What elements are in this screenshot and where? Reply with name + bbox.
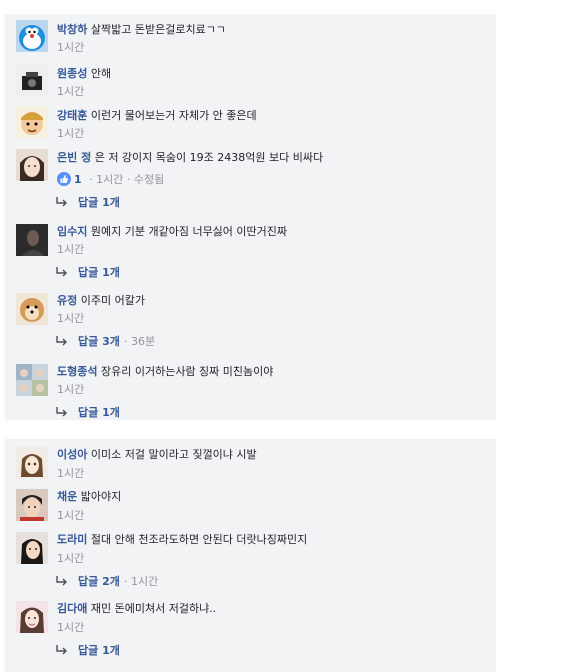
anime-avatar[interactable]	[16, 447, 48, 479]
reply-arrow-icon	[56, 336, 68, 346]
comment-author[interactable]: 김다애	[57, 602, 87, 615]
comment-text-line: 은빈 정 은 저 강이지 목숨이 19조 2438억원 보다 비싸다	[57, 151, 323, 165]
comment-text: 뭔예지 기분 개같아짐 너무싫어 이딴거진짜	[90, 225, 288, 238]
comment-meta: 1시간	[57, 41, 84, 55]
reply-count[interactable]: 답글 1개	[78, 196, 120, 209]
comment-time[interactable]: 1시간	[57, 383, 84, 396]
woman-avatar[interactable]	[16, 532, 48, 564]
comment-time[interactable]: 1시간	[57, 621, 84, 634]
collage-avatar[interactable]	[16, 364, 48, 396]
comment-author[interactable]: 임수지	[57, 225, 87, 238]
comment-text-line: 김다애 재민 돈에미쳐서 저걸하냐..	[57, 602, 216, 616]
comment-text: 재민 돈에미쳐서 저걸하냐..	[90, 602, 217, 615]
comment-text-line: 강태훈 이런거 물어보는거 자체가 안 좋은데	[57, 109, 257, 123]
reply-link[interactable]: 답글 1개	[56, 644, 120, 658]
comment-meta: 1시간	[57, 127, 84, 141]
dark-avatar[interactable]	[16, 224, 48, 256]
boy-avatar[interactable]	[16, 489, 48, 521]
reply-arrow-icon	[56, 407, 68, 417]
comment-text-line: 원종성 안해	[57, 67, 111, 81]
like-icon[interactable]	[57, 172, 71, 186]
comment-text-line: 유정 이주미 어칼가	[57, 294, 145, 308]
camera-avatar[interactable]	[16, 64, 48, 96]
reply-arrow-icon	[56, 197, 68, 207]
comment-text-line: 박창하 살짝밟고 돈받은걸로치료ㄱㄱ	[57, 23, 226, 37]
comment-meta: 1시간	[57, 621, 84, 635]
comment-text-line: 이성아 이미소 저걸 말이라고 짖껄이냐 시발	[57, 448, 257, 462]
comment-time[interactable]: 1시간	[96, 173, 123, 186]
comment-text: 이주미 어칼가	[80, 294, 145, 307]
girl-pink-avatar[interactable]	[16, 601, 48, 633]
doraemon-avatar[interactable]	[16, 20, 48, 52]
comment-author[interactable]: 채운	[57, 490, 77, 503]
comments-panel-1: 박창하 살짝밟고 돈받은걸로치료ㄱㄱ 1시간 원종성 안해 1시간 강태훈 이런…	[5, 14, 496, 420]
puppy-avatar[interactable]	[16, 293, 48, 325]
comment-text-line: 도라미 절대 안해 천조라도하면 안된다 더랏나징짜민지	[57, 533, 307, 547]
comments-panel-2: 이성아 이미소 저걸 말이라고 짖껄이냐 시발 1시간 채운 밟아야지 1시간 …	[5, 439, 496, 672]
comment-author[interactable]: 강태훈	[57, 109, 87, 122]
reply-count[interactable]: 답글 1개	[78, 266, 120, 279]
comment-text-line: 채운 밟아야지	[57, 490, 121, 504]
comment-text: 안해	[90, 67, 112, 80]
reply-count[interactable]: 답글 1개	[78, 644, 120, 657]
reply-count[interactable]: 답글 1개	[78, 406, 120, 419]
comment-author[interactable]: 은빈 정	[57, 151, 91, 164]
comment-meta: 1시간	[57, 552, 84, 566]
reply-time[interactable]: 36분	[131, 335, 155, 348]
reply-count[interactable]: 답글 3개	[78, 335, 120, 348]
comment-author[interactable]: 이성아	[57, 448, 87, 461]
edited-label[interactable]: 수정됨	[134, 173, 164, 186]
comment-text: 밟아야지	[80, 490, 122, 503]
like-count[interactable]: 1	[74, 173, 82, 186]
comment-text: 이미소 저걸 말이라고 짖껄이냐 시발	[90, 448, 257, 461]
comment-meta: 1시간	[57, 85, 84, 99]
comment-time[interactable]: 1시간	[57, 243, 84, 256]
comment-meta: 1시간	[57, 383, 84, 397]
comment-time[interactable]: 1시간	[57, 509, 84, 522]
reply-link[interactable]: 답글 2개 · 1시간	[56, 575, 158, 589]
comment-time[interactable]: 1시간	[57, 312, 84, 325]
comment-author[interactable]: 원종성	[57, 67, 87, 80]
reply-link[interactable]: 답글 1개	[56, 406, 120, 420]
comment-time[interactable]: 1시간	[57, 467, 84, 480]
cartoon-face-avatar[interactable]	[16, 106, 48, 138]
comment-meta: 1시간	[57, 467, 84, 481]
comment-meta: 1시간	[57, 243, 84, 257]
comment-author[interactable]: 도형종석	[57, 365, 97, 378]
comment-meta: 1시간	[57, 509, 84, 523]
comment-text-line: 도형종석 장유리 이거하는사람 징짜 미친놈이야	[57, 365, 273, 379]
comment-time[interactable]: 1시간	[57, 85, 84, 98]
comment-time[interactable]: 1시간	[57, 127, 84, 140]
comment-text: 살짝밟고 돈받은걸로치료ㄱㄱ	[90, 23, 226, 36]
reply-link[interactable]: 답글 1개	[56, 266, 120, 280]
comment-text: 은 저 강이지 목숨이 19조 2438억원 보다 비싸다	[94, 151, 324, 164]
comment-meta: 1 · 1시간 · 수정됨	[57, 172, 164, 187]
comment-text-line: 임수지 뭔예지 기분 개같아짐 너무싫어 이딴거진짜	[57, 225, 287, 239]
comment-text: 장유리 이거하는사람 징짜 미친놈이야	[100, 365, 274, 378]
reply-count[interactable]: 답글 2개	[78, 575, 120, 588]
reply-arrow-icon	[56, 645, 68, 655]
girl-avatar[interactable]	[16, 149, 48, 181]
reply-link[interactable]: 답글 3개 · 36분	[56, 335, 155, 349]
reply-arrow-icon	[56, 267, 68, 277]
comment-text: 이런거 물어보는거 자체가 안 좋은데	[90, 109, 257, 122]
comment-author[interactable]: 유정	[57, 294, 77, 307]
comment-time[interactable]: 1시간	[57, 552, 84, 565]
comment-time[interactable]: 1시간	[57, 41, 84, 54]
comment-author[interactable]: 도라미	[57, 533, 87, 546]
comment-author[interactable]: 박창하	[57, 23, 87, 36]
reply-link[interactable]: 답글 1개	[56, 196, 120, 210]
comment-text: 절대 안해 천조라도하면 안된다 더랏나징짜민지	[90, 533, 308, 546]
reply-time[interactable]: 1시간	[131, 575, 158, 588]
comment-meta: 1시간	[57, 312, 84, 326]
reply-arrow-icon	[56, 576, 68, 586]
